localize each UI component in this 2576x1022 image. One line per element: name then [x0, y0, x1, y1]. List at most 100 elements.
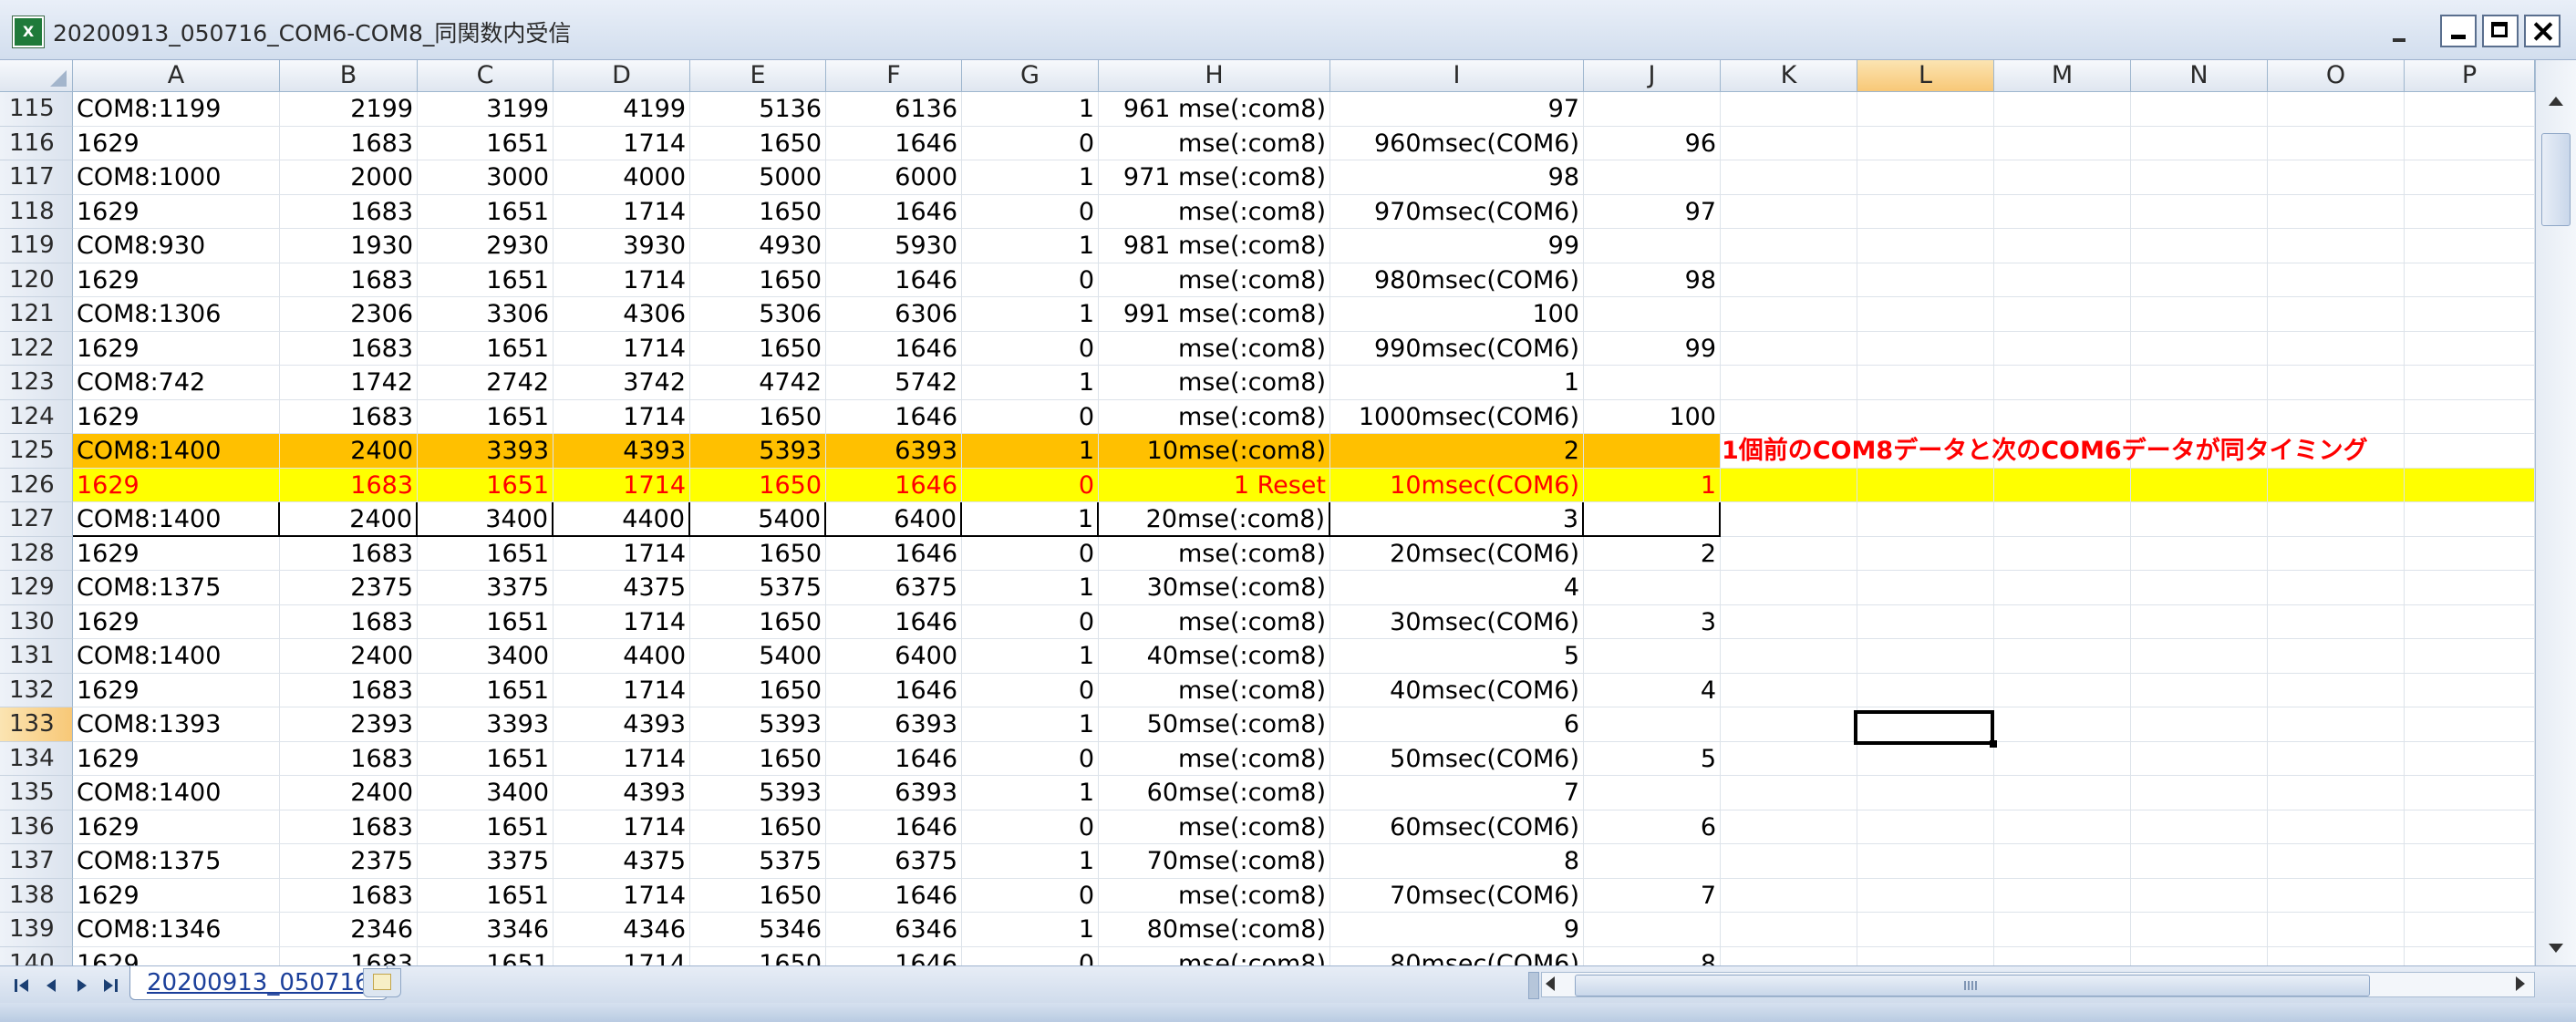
cell-E132[interactable]: 1650	[690, 673, 826, 707]
cell-C134[interactable]: 1651	[418, 741, 553, 776]
cell-J135[interactable]	[1584, 776, 1721, 810]
cell-P124[interactable]	[2405, 399, 2535, 434]
cell-E131[interactable]: 5400	[690, 639, 826, 674]
cell-N126[interactable]	[2131, 468, 2268, 502]
cell-I129[interactable]: 4	[1330, 571, 1584, 605]
cell-C125[interactable]: 3393	[418, 434, 553, 469]
cell-A115[interactable]: COM8:1199	[73, 92, 280, 127]
cell-F131[interactable]: 6400	[826, 639, 962, 674]
cell-O135[interactable]	[2268, 776, 2405, 810]
cell-A116[interactable]: 1629	[73, 126, 280, 160]
cell-L124[interactable]	[1857, 399, 1994, 434]
cell-N117[interactable]	[2131, 160, 2268, 195]
cell-B130[interactable]: 1683	[280, 604, 418, 639]
cell-L139[interactable]	[1857, 913, 1994, 947]
row-header-123[interactable]: 123	[0, 366, 73, 400]
cell-M115[interactable]	[1994, 92, 2131, 127]
cell-E123[interactable]: 4742	[690, 366, 826, 400]
row-header-130[interactable]: 130	[0, 604, 73, 639]
cell-P132[interactable]	[2405, 673, 2535, 707]
cell-N133[interactable]	[2131, 707, 2268, 742]
cell-J130[interactable]: 3	[1584, 604, 1721, 639]
cell-M134[interactable]	[1994, 741, 2131, 776]
row-header-126[interactable]: 126	[0, 468, 73, 502]
cell-J127[interactable]	[1584, 502, 1721, 537]
cell-D134[interactable]: 1714	[553, 741, 690, 776]
cell-I133[interactable]: 6	[1330, 707, 1584, 742]
cell-N120[interactable]	[2131, 263, 2268, 297]
cell-K134[interactable]	[1721, 741, 1857, 776]
maximize-button[interactable]	[2482, 15, 2519, 47]
cell-A129[interactable]: COM8:1375	[73, 571, 280, 605]
cell-I126[interactable]: 10msec(COM6)	[1330, 468, 1584, 502]
cell-H135[interactable]: 60mse(:com8)	[1099, 776, 1330, 810]
cell-O139[interactable]	[2268, 913, 2405, 947]
last-sheet-icon[interactable]	[97, 974, 120, 996]
cell-P119[interactable]	[2405, 229, 2535, 263]
cell-H129[interactable]: 30mse(:com8)	[1099, 571, 1330, 605]
cell-M130[interactable]	[1994, 604, 2131, 639]
cell-C128[interactable]: 1651	[418, 536, 553, 571]
row-header-115[interactable]: 115	[0, 92, 73, 127]
cell-G117[interactable]: 1	[962, 160, 1099, 195]
cell-C139[interactable]: 3346	[418, 913, 553, 947]
cell-A138[interactable]: 1629	[73, 878, 280, 913]
ribbon-minimize-button[interactable]	[2389, 33, 2415, 42]
cell-L121[interactable]	[1857, 297, 1994, 332]
row-header-138[interactable]: 138	[0, 878, 73, 913]
cell-D117[interactable]: 4000	[553, 160, 690, 195]
row-header-137[interactable]: 137	[0, 844, 73, 879]
cell-E136[interactable]: 1650	[690, 810, 826, 844]
cell-L126[interactable]	[1857, 468, 1994, 502]
cell-D129[interactable]: 4375	[553, 571, 690, 605]
cell-J119[interactable]	[1584, 229, 1721, 263]
cell-K118[interactable]	[1721, 194, 1857, 229]
cell-D126[interactable]: 1714	[553, 468, 690, 502]
cell-F135[interactable]: 6393	[826, 776, 962, 810]
excel-icon[interactable]: X	[13, 16, 44, 47]
cell-D118[interactable]: 1714	[553, 194, 690, 229]
cell-G136[interactable]: 0	[962, 810, 1099, 844]
cell-B129[interactable]: 2375	[280, 571, 418, 605]
cell-G121[interactable]: 1	[962, 297, 1099, 332]
cell-M121[interactable]	[1994, 297, 2131, 332]
cell-P118[interactable]	[2405, 194, 2535, 229]
cell-C117[interactable]: 3000	[418, 160, 553, 195]
cell-F127[interactable]: 6400	[826, 502, 962, 537]
cell-F120[interactable]: 1646	[826, 263, 962, 297]
cell-J134[interactable]: 5	[1584, 741, 1721, 776]
row-header-132[interactable]: 132	[0, 673, 73, 707]
cell-F136[interactable]: 1646	[826, 810, 962, 844]
cell-C129[interactable]: 3375	[418, 571, 553, 605]
cell-E118[interactable]: 1650	[690, 194, 826, 229]
cell-H116[interactable]: mse(:com8)	[1099, 126, 1330, 160]
cell-I118[interactable]: 970msec(COM6)	[1330, 194, 1584, 229]
cell-I123[interactable]: 1	[1330, 366, 1584, 400]
cell-N130[interactable]	[2131, 604, 2268, 639]
cell-L136[interactable]	[1857, 810, 1994, 844]
cell-I125[interactable]: 2	[1330, 434, 1584, 469]
cell-G115[interactable]: 1	[962, 92, 1099, 127]
row-header-118[interactable]: 118	[0, 194, 73, 229]
cell-O127[interactable]	[2268, 502, 2405, 537]
cell-A124[interactable]: 1629	[73, 399, 280, 434]
cell-J131[interactable]	[1584, 639, 1721, 674]
cell-C119[interactable]: 2930	[418, 229, 553, 263]
cell-N135[interactable]	[2131, 776, 2268, 810]
cell-N140[interactable]	[2131, 946, 2268, 965]
cell-K133[interactable]	[1721, 707, 1857, 742]
cell-F125[interactable]: 6393	[826, 434, 962, 469]
cell-H133[interactable]: 50mse(:com8)	[1099, 707, 1330, 742]
cell-H132[interactable]: mse(:com8)	[1099, 673, 1330, 707]
cell-E133[interactable]: 5393	[690, 707, 826, 742]
cell-K116[interactable]	[1721, 126, 1857, 160]
cell-J137[interactable]	[1584, 844, 1721, 879]
cell-G131[interactable]: 1	[962, 639, 1099, 674]
horizontal-scroll-thumb[interactable]	[1575, 975, 2370, 996]
cell-N123[interactable]	[2131, 366, 2268, 400]
cell-I132[interactable]: 40msec(COM6)	[1330, 673, 1584, 707]
cell-J128[interactable]: 2	[1584, 536, 1721, 571]
cell-J117[interactable]	[1584, 160, 1721, 195]
cell-J129[interactable]	[1584, 571, 1721, 605]
cell-K127[interactable]	[1721, 502, 1857, 537]
